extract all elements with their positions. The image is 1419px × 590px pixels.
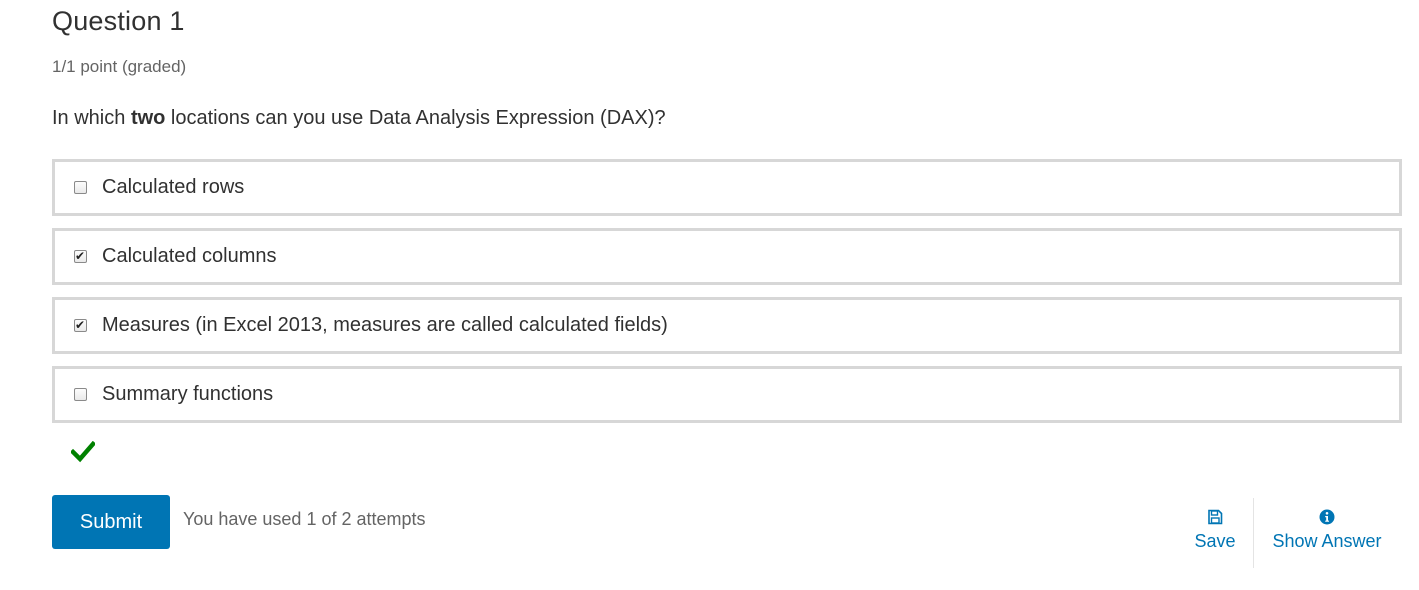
choice-option-3[interactable]: ✔ Measures (in Excel 2013, measures are … <box>52 297 1402 354</box>
choice-option-2[interactable]: ✔ Calculated columns <box>52 228 1402 285</box>
choice-label-2: Calculated columns <box>102 245 277 267</box>
choice-checkbox-3[interactable]: ✔ <box>74 318 87 332</box>
prompt-text-after: locations can you use Data Analysis Expr… <box>165 107 666 129</box>
info-circle-icon <box>1319 509 1335 525</box>
attempts-status: You have used 1 of 2 attempts <box>183 509 426 529</box>
choice-label-3: Measures (in Excel 2013, measures are ca… <box>102 314 668 336</box>
choice-checkbox-4[interactable] <box>74 388 87 401</box>
submit-button[interactable]: Submit <box>52 495 170 549</box>
question-title: Question 1 <box>52 6 185 36</box>
floppy-disk-icon <box>1208 509 1223 525</box>
choice-checkbox-2[interactable]: ✔ <box>74 249 87 263</box>
question-prompt: In which two locations can you use Data … <box>52 107 666 130</box>
checkbox-tick-icon: ✔ <box>75 318 86 332</box>
show-answer-button[interactable]: Show Answer <box>1268 509 1386 552</box>
correct-check-icon <box>71 441 95 463</box>
choice-checkbox-1[interactable] <box>74 181 87 194</box>
prompt-text-bold: two <box>130 107 166 129</box>
choice-option-1[interactable]: Calculated rows <box>52 159 1402 216</box>
choice-label-1: Calculated rows <box>102 176 245 198</box>
points-label: 1/1 point (graded) <box>52 57 187 76</box>
action-divider <box>1253 498 1254 568</box>
choice-list: Calculated rows ✔ Calculated columns ✔ M… <box>52 159 1402 435</box>
choice-option-4[interactable]: Summary functions <box>52 366 1402 423</box>
save-button[interactable]: Save <box>1192 509 1238 552</box>
show-answer-label: Show Answer <box>1272 531 1382 551</box>
choice-label-4: Summary functions <box>102 383 274 405</box>
prompt-text-before: In which <box>52 107 131 129</box>
checkbox-tick-icon: ✔ <box>75 249 86 263</box>
save-label: Save <box>1194 531 1236 551</box>
